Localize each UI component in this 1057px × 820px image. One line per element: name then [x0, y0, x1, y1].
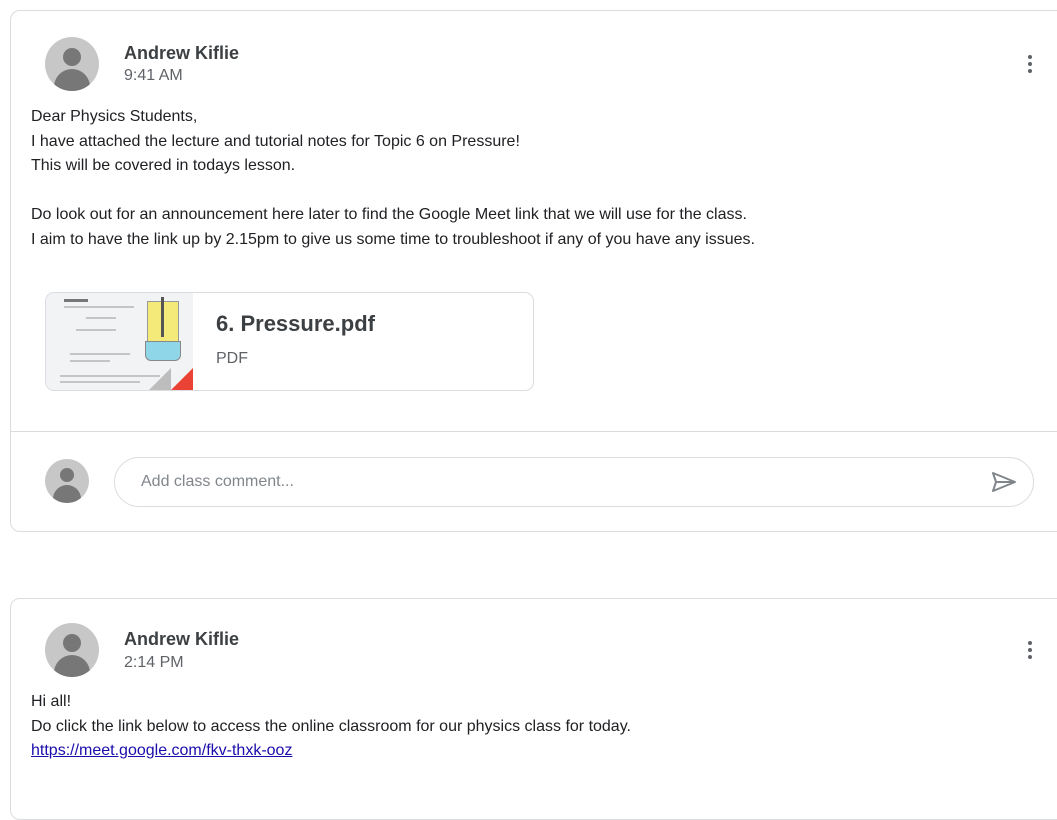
meet-link[interactable]: https://meet.google.com/fkv-thxk-ooz: [31, 742, 292, 759]
author-avatar[interactable]: [45, 37, 99, 91]
attachment-type: PDF: [216, 350, 248, 367]
body-line: Hi all!: [31, 693, 72, 710]
comment-placeholder: Add class comment...: [141, 473, 294, 490]
post-body: Dear Physics Students, I have attached t…: [31, 105, 755, 252]
post-body: Hi all! Do click the link below to acces…: [31, 690, 631, 764]
body-line: Dear Physics Students,: [31, 108, 198, 125]
commenter-avatar: [45, 459, 89, 503]
author-name: Andrew Kiflie: [124, 629, 240, 649]
pdf-icon: [171, 368, 193, 390]
attachment-name: 6. Pressure.pdf: [216, 311, 375, 336]
pdf-thumbnail: [46, 293, 193, 390]
author-avatar[interactable]: [45, 623, 99, 677]
avatar-icon-head: [63, 634, 81, 652]
body-line: Do click the link below to access the on…: [31, 717, 631, 735]
body-line: I aim to have the link up by 2.15pm to g…: [31, 230, 755, 248]
class-comment-input[interactable]: Add class comment...: [114, 457, 1034, 507]
body-line: This will be covered in todays lesson.: [31, 157, 296, 174]
more-vert-icon[interactable]: [1026, 639, 1034, 663]
divider: [11, 431, 1057, 432]
post-time: 2:14 PM: [124, 654, 184, 671]
post-time: 9:41 AM: [124, 67, 183, 84]
body-line: Do look out for an announcement here lat…: [31, 206, 747, 223]
body-line: I have attached the lecture and tutorial…: [31, 132, 520, 150]
author-name: Andrew Kiflie: [124, 43, 240, 63]
attachment-card[interactable]: 6. Pressure.pdf PDF: [45, 292, 534, 391]
post-card: Andrew Kiflie 9:41 AM Dear Physics Stude…: [10, 10, 1057, 532]
send-icon[interactable]: [991, 471, 1017, 493]
avatar-icon-head: [63, 48, 81, 66]
avatar-icon-body: [54, 655, 90, 677]
avatar-icon-body: [54, 69, 90, 91]
post-card: Andrew Kiflie 2:14 PM Hi all! Do click t…: [10, 598, 1057, 820]
body-line: [31, 179, 755, 204]
more-vert-icon[interactable]: [1026, 53, 1034, 77]
